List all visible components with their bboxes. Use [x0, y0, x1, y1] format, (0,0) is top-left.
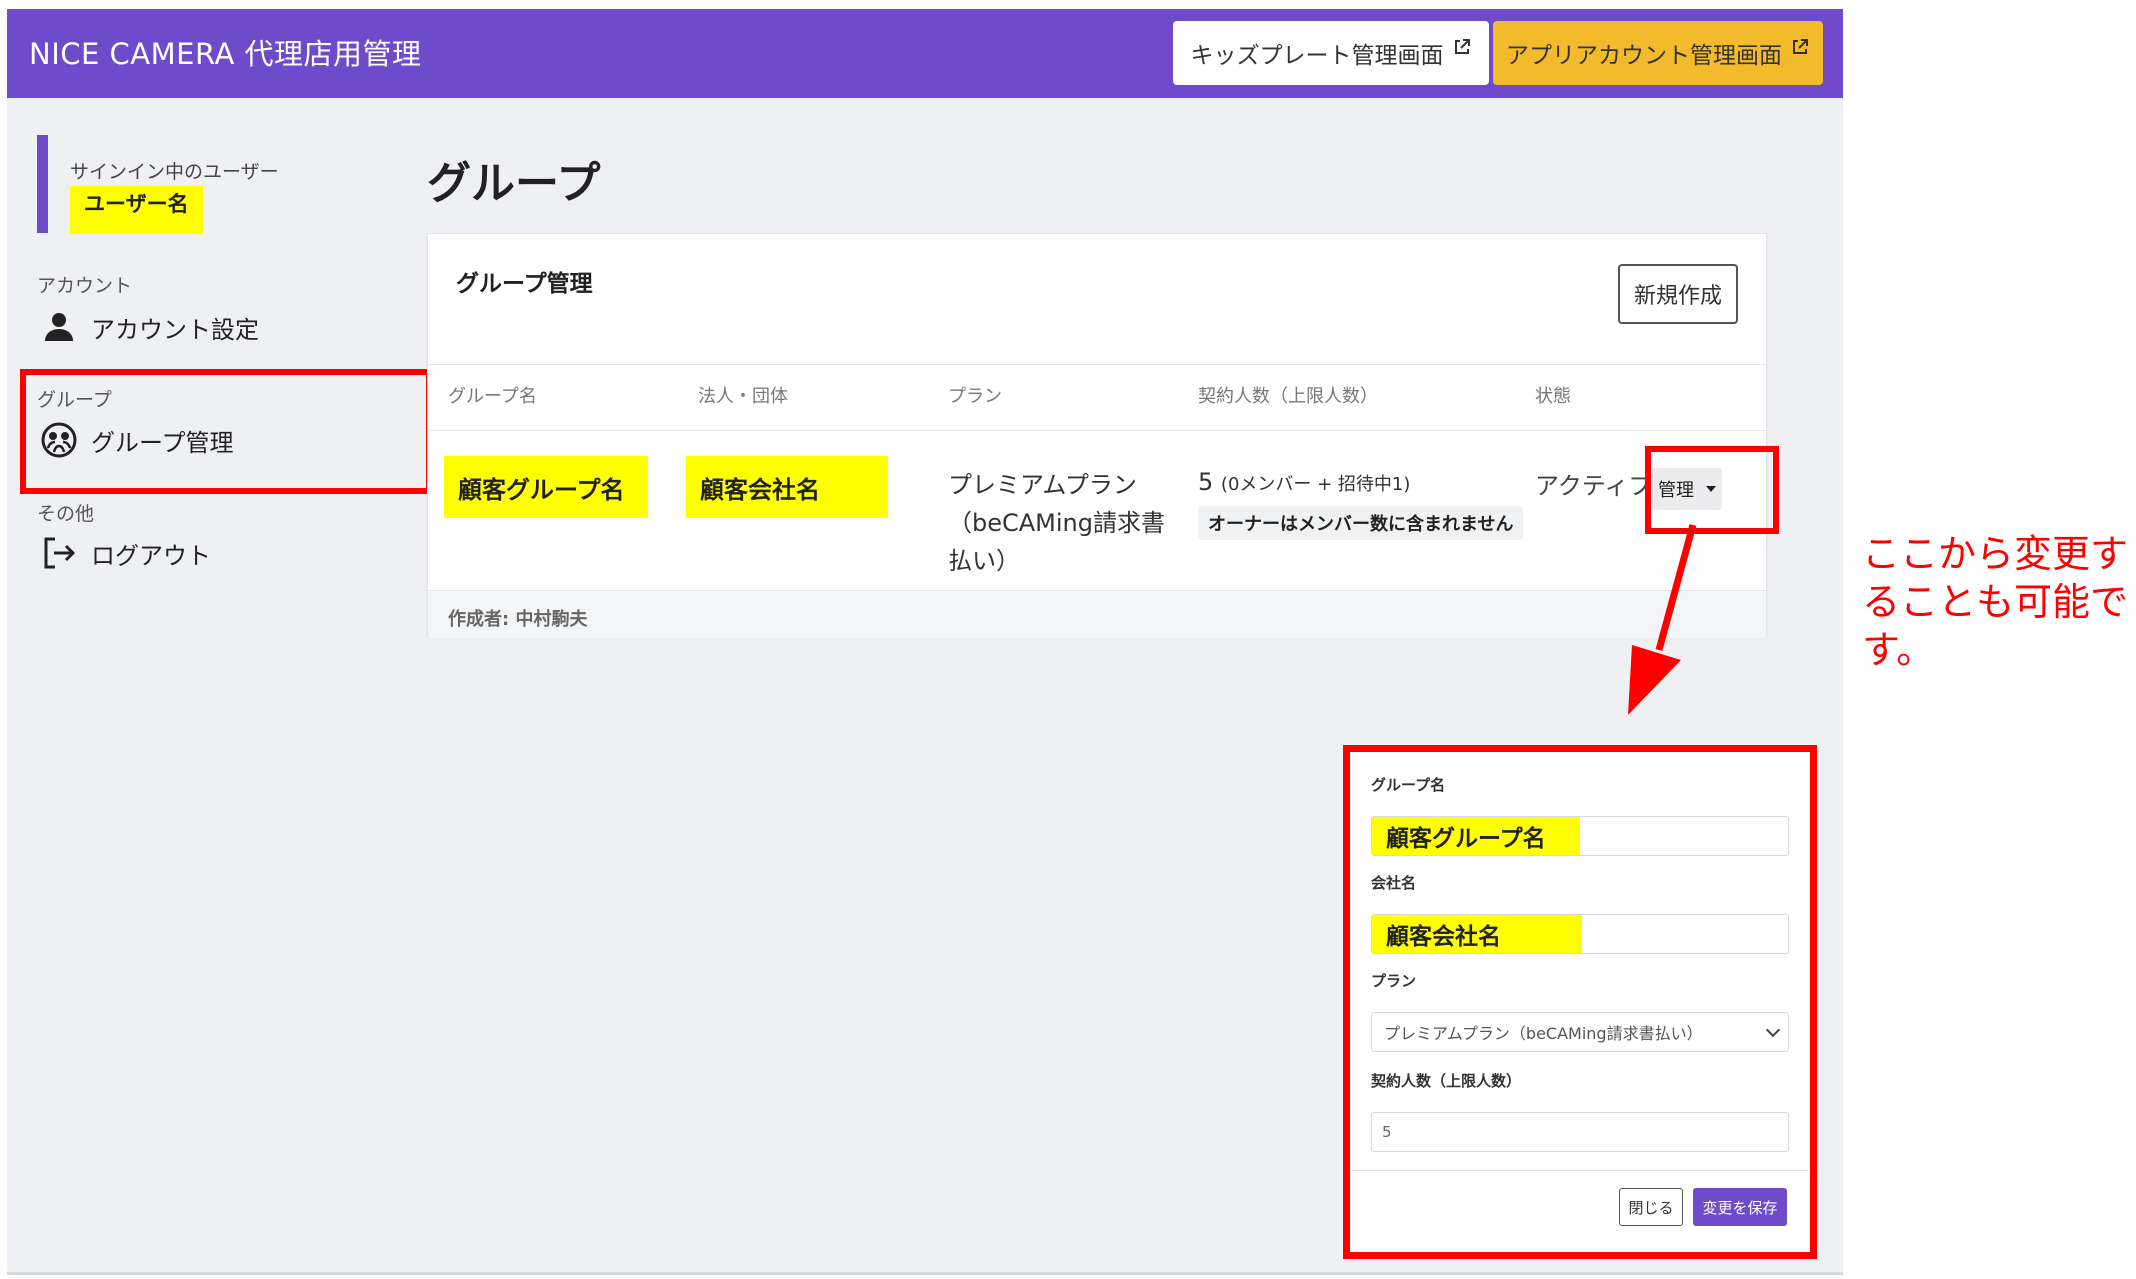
nav-highlight-box	[20, 369, 432, 494]
nav-section-other: その他	[37, 503, 95, 525]
top-header: NICE CAMERA 代理店用管理 キッズプレート管理画面 アプリアカウント管…	[7, 9, 1843, 98]
count-note-badge: オーナーはメンバー数に含まれません	[1198, 506, 1524, 540]
external-link-icon	[1793, 39, 1808, 54]
brand-title: NICE CAMERA 代理店用管理	[29, 37, 422, 71]
app-account-admin-button[interactable]: アプリアカウント管理画面	[1493, 21, 1823, 85]
plan-line: プレミアムプラン	[948, 471, 1137, 499]
group-card: グループ管理 新規作成 グループ名 法人・団体 プラン 契約人数（上限人数） 状…	[427, 233, 1767, 638]
nav-item-account-settings[interactable]: アカウント設定	[41, 309, 259, 345]
signed-in-user: サインイン中のユーザー ユーザー名	[37, 135, 279, 234]
signed-in-caption: サインイン中のユーザー	[70, 161, 279, 183]
cell-company: 顧客会社名	[686, 456, 888, 518]
count-value: 5	[1198, 468, 1214, 496]
count-detail: (0メンバー + 招待中1)	[1220, 474, 1411, 495]
card-title: グループ管理	[456, 271, 593, 297]
annotation-text: ここから変更することも可能です。	[1862, 532, 2129, 672]
new-group-button[interactable]: 新規作成	[1618, 264, 1738, 324]
app-window: NICE CAMERA 代理店用管理 キッズプレート管理画面 アプリアカウント管…	[7, 9, 1843, 1275]
nav-item-logout[interactable]: ログアウト	[41, 535, 211, 571]
kids-plate-admin-label: キッズプレート管理画面	[1190, 43, 1444, 69]
nav-section-account: アカウント	[37, 275, 133, 297]
column-header-plan: プラン	[948, 386, 1002, 407]
plan-line: 払い）	[948, 547, 1020, 575]
divider	[428, 364, 1766, 365]
nav-item-label: ログアウト	[91, 541, 211, 570]
nav-item-label: アカウント設定	[91, 315, 259, 344]
divider	[428, 430, 1766, 431]
modal-highlight-box	[1343, 745, 1817, 1259]
logout-icon	[44, 537, 76, 569]
person-icon	[45, 313, 73, 341]
column-header-count: 契約人数（上限人数）	[1198, 386, 1378, 407]
page-title: グループ	[427, 158, 601, 209]
cell-status: アクティブ	[1535, 472, 1653, 500]
card-footer-creator: 作成者: 中村駒夫	[428, 590, 1766, 638]
cell-count: 5 (0メンバー + 招待中1)	[1198, 468, 1410, 496]
kids-plate-admin-button[interactable]: キッズプレート管理画面	[1173, 21, 1489, 85]
cell-plan: プレミアムプラン （beCAMing請求書 払い）	[948, 466, 1165, 580]
manage-highlight-box	[1645, 446, 1779, 534]
user-name: ユーザー名	[70, 186, 203, 234]
column-header-group-name: グループ名	[448, 386, 537, 407]
column-header-status: 状態	[1535, 386, 1571, 407]
app-account-admin-label: アプリアカウント管理画面	[1506, 43, 1782, 69]
cell-group-name: 顧客グループ名	[444, 456, 648, 518]
plan-line: （beCAMing請求書	[948, 509, 1165, 537]
column-header-company: 法人・団体	[698, 386, 788, 407]
external-link-icon	[1454, 39, 1470, 54]
